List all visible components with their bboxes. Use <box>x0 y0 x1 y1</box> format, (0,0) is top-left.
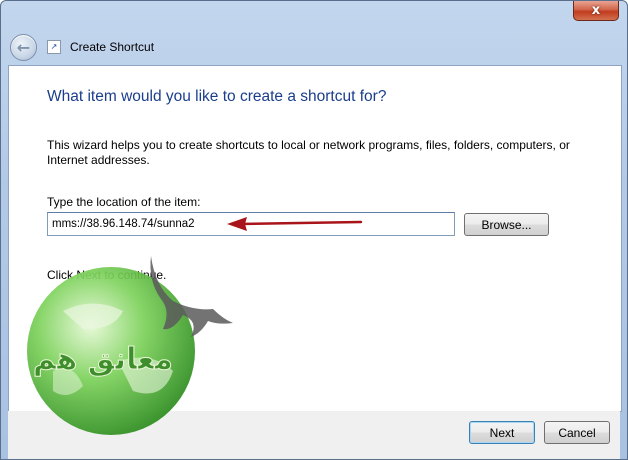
watermark-text: معانق هم <box>33 342 173 377</box>
back-button[interactable]: ← <box>10 33 37 61</box>
window-title: Create Shortcut <box>70 40 155 54</box>
wizard-heading: What item would you like to create a sho… <box>47 88 387 105</box>
close-button[interactable]: x <box>573 1 619 21</box>
close-icon: x <box>591 3 601 18</box>
annotation-arrow-icon <box>227 217 363 231</box>
cancel-button[interactable]: Cancel <box>544 421 610 444</box>
watermark-logo: معانق هم <box>27 256 233 435</box>
title-bar: ← ↗ Create Shortcut <box>7 29 621 65</box>
back-arrow-icon: ← <box>16 37 31 57</box>
browse-button[interactable]: Browse... <box>464 213 549 236</box>
shortcut-icon: ↗ <box>47 40 61 54</box>
wizard-description: This wizard helps you to create shortcut… <box>47 138 570 167</box>
next-button[interactable]: Next <box>469 421 535 444</box>
create-shortcut-window: x ← ↗ Create Shortcut What item would yo… <box>0 0 628 460</box>
location-label: Type the location of the item: <box>47 195 201 209</box>
